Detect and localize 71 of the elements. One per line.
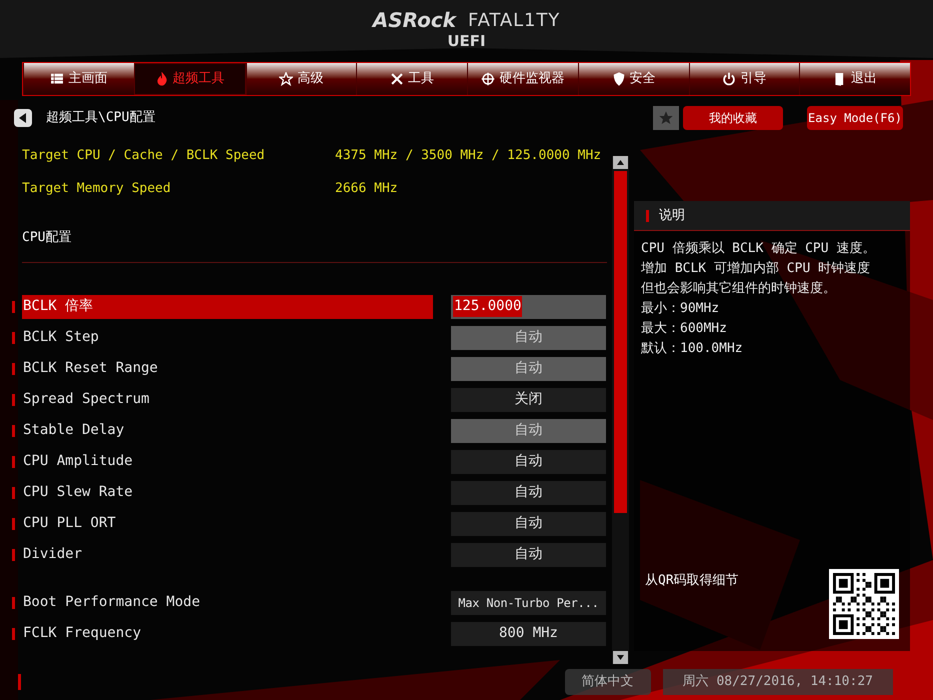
power-icon xyxy=(722,72,736,86)
list-icon xyxy=(50,72,64,86)
description-text: 默认：100.0MHz xyxy=(641,340,744,358)
menu-tab[interactable]: 高级 xyxy=(246,63,356,95)
star-icon xyxy=(658,110,674,126)
language-button[interactable]: 简体中文 xyxy=(564,669,651,695)
setting-label[interactable]: CPU Amplitude xyxy=(22,450,433,474)
info-value: 2666 MHz xyxy=(335,180,398,198)
row-marker xyxy=(12,456,15,468)
scroll-down-icon[interactable] xyxy=(613,651,628,664)
date-time: 周六 08/27/2016, 14:10:27 xyxy=(662,669,893,695)
setting-label[interactable]: CPU Slew Rate xyxy=(22,480,433,504)
setting-label[interactable]: Boot Performance Mode xyxy=(22,590,433,614)
star-icon xyxy=(279,72,294,86)
info-label: Target Memory Speed xyxy=(22,180,172,198)
row-marker xyxy=(12,548,15,560)
crosshair-icon xyxy=(481,72,496,86)
row-marker xyxy=(12,362,15,374)
qr-caption: 从QR码取得细节 xyxy=(645,572,739,590)
row-marker xyxy=(12,424,15,436)
value-dropdown[interactable]: 自动 xyxy=(451,512,606,536)
value-dropdown[interactable]: Max Non-Turbo Per... xyxy=(451,590,606,614)
row-marker xyxy=(12,300,15,312)
menu-tab[interactable]: 硬件监视器 xyxy=(467,63,578,95)
menu-tab[interactable]: 超频工具 xyxy=(134,63,246,95)
panel-title: 说明 xyxy=(659,206,685,225)
info-label: Target CPU / Cache / BCLK Speed xyxy=(22,147,266,165)
description-text: 最大：600MHz xyxy=(641,320,728,338)
uefi-label: UEFI xyxy=(447,34,486,48)
setting-label[interactable]: Divider xyxy=(22,542,433,566)
qr-code xyxy=(829,569,899,639)
description-text: 最小：90MHz xyxy=(641,300,720,318)
value-dropdown[interactable]: 自动 xyxy=(451,542,606,566)
description-text: 增加 BCLK 可增加内部 CPU 时钟速度 xyxy=(641,260,872,278)
product-logo: FATAL1TY xyxy=(468,12,560,30)
setting-label[interactable]: BCLK 倍率 xyxy=(22,294,433,318)
tools-icon xyxy=(390,72,404,86)
brand-logo: ASRock xyxy=(372,10,456,30)
menu-tab[interactable]: 安全 xyxy=(578,63,688,95)
scrollbar[interactable] xyxy=(612,156,629,664)
favorites-star-button[interactable] xyxy=(653,106,679,130)
easy-mode-button[interactable]: Easy Mode(F6) xyxy=(807,106,903,130)
setting-label[interactable]: CPU PLL ORT xyxy=(22,512,433,536)
setting-label[interactable]: Spread Spectrum xyxy=(22,388,433,412)
menu-tab[interactable]: 退出 xyxy=(799,63,910,95)
section-title: CPU配置 xyxy=(22,229,72,247)
left-triangle-icon xyxy=(19,113,27,123)
row-marker xyxy=(12,486,15,498)
row-marker xyxy=(12,394,15,406)
description-text: CPU 倍频乘以 BCLK 确定 CPU 速度。 xyxy=(641,240,876,258)
value-dropdown[interactable]: 关闭 xyxy=(451,388,606,412)
shield-icon xyxy=(612,72,626,86)
flame-icon xyxy=(154,72,169,86)
setting-label[interactable]: FCLK Frequency xyxy=(22,622,433,646)
description-text: 但也会影响其它组件的时钟速度。 xyxy=(641,280,837,298)
scroll-thumb[interactable] xyxy=(614,171,627,513)
row-marker xyxy=(12,332,15,344)
menu-tab[interactable]: 工具 xyxy=(356,63,467,95)
value-dropdown[interactable]: 自动 xyxy=(451,480,606,504)
row-marker xyxy=(12,596,15,608)
favorites-button[interactable]: 我的收藏 xyxy=(683,106,783,130)
row-marker xyxy=(12,628,15,640)
breadcrumb: 超频工具\CPU配置 xyxy=(46,109,156,128)
scroll-up-icon[interactable] xyxy=(613,156,628,169)
row-marker xyxy=(12,518,15,530)
back-button[interactable] xyxy=(14,109,32,127)
value-dropdown[interactable]: 自动 xyxy=(451,450,606,474)
value-field[interactable]: 125.0000 xyxy=(451,294,606,318)
info-value: 4375 MHz / 3500 MHz / 125.0000 MHz xyxy=(335,147,602,165)
menu-tab[interactable]: 引导 xyxy=(688,63,800,95)
value-dropdown[interactable]: 800 MHz xyxy=(451,622,606,646)
